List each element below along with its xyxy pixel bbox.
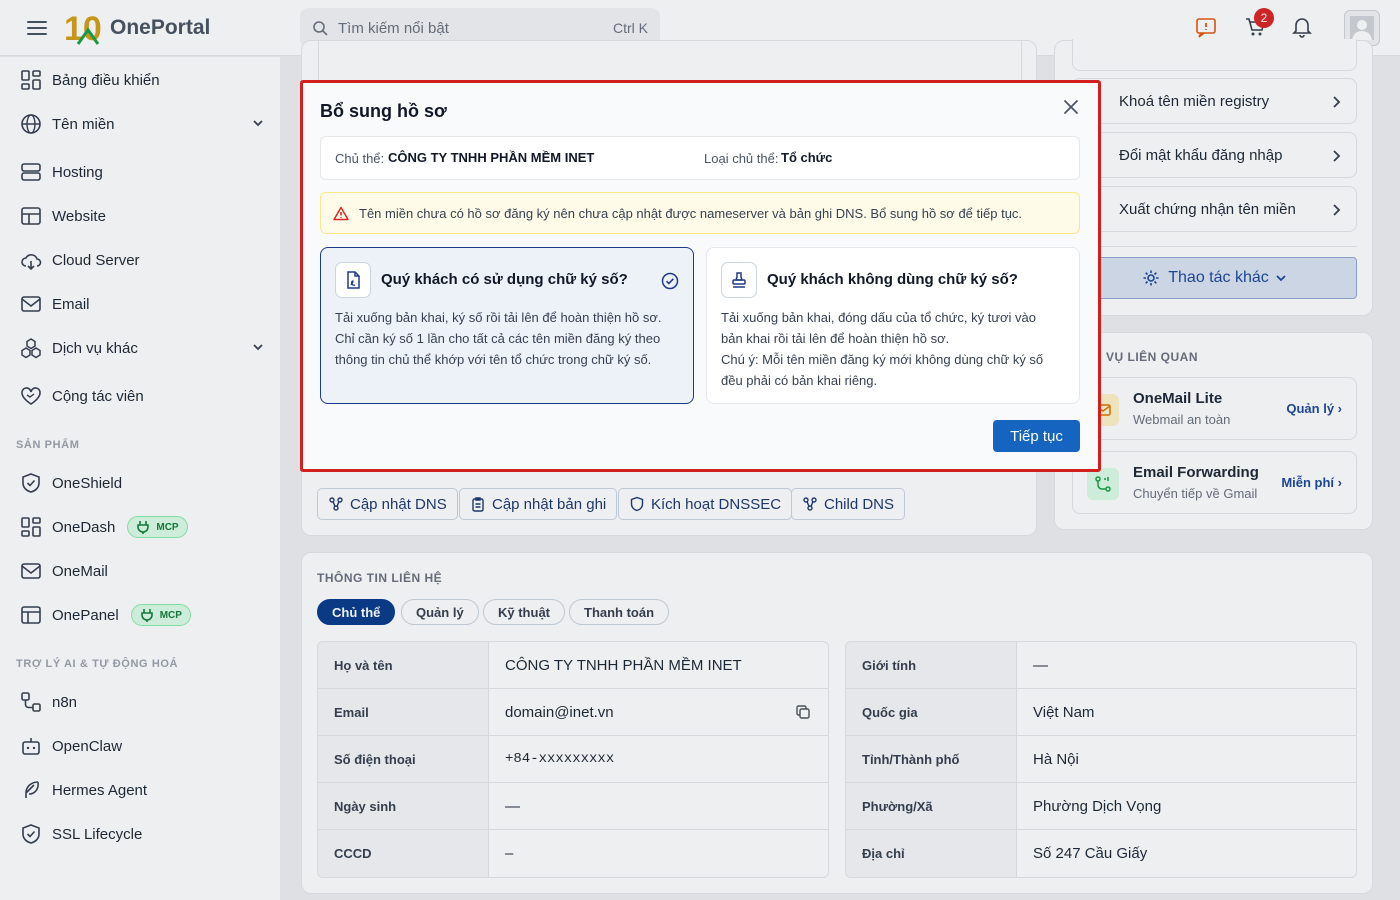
option-title: Quý khách không dùng chữ ký số? <box>767 271 1018 288</box>
owner-type-value: Tổ chức <box>781 150 833 165</box>
option-title: Quý khách có sử dụng chữ ký số? <box>381 271 628 288</box>
continue-button[interactable]: Tiếp tục <box>993 420 1080 452</box>
modal-title: Bổ sung hồ sơ <box>320 101 447 121</box>
option-description: Tải xuống bản khai, đóng dấu của tổ chức… <box>721 310 1044 388</box>
supplement-profile-modal: Bổ sung hồ sơ Chủ thể: CÔNG TY TNHH PHẦN… <box>300 80 1101 472</box>
owner-info-box: Chủ thể: CÔNG TY TNHH PHẦN MỀM INET Loại… <box>320 136 1080 180</box>
close-icon[interactable] <box>1063 99 1079 115</box>
warning-text: Tên miền chưa có hồ sơ đăng ký nên chưa … <box>359 205 1023 221</box>
owner-label: Chủ thể: <box>335 151 385 166</box>
check-circle-icon <box>661 272 679 290</box>
owner-value: CÔNG TY TNHH PHẦN MỀM INET <box>388 150 595 165</box>
warning-icon <box>333 206 349 220</box>
option-no-digital-signature[interactable]: Quý khách không dùng chữ ký số? Tải xuốn… <box>706 247 1080 404</box>
owner-type-label: Loại chủ thể: <box>704 151 779 166</box>
warning-banner: Tên miền chưa có hồ sơ đăng ký nên chưa … <box>320 192 1080 234</box>
file-signature-icon <box>335 262 371 298</box>
stamp-icon <box>721 262 757 298</box>
option-digital-signature[interactable]: Quý khách có sử dụng chữ ký số? Tải xuốn… <box>320 247 694 404</box>
option-description: Tải xuống bản khai, ký số rồi tải lên để… <box>335 310 662 367</box>
